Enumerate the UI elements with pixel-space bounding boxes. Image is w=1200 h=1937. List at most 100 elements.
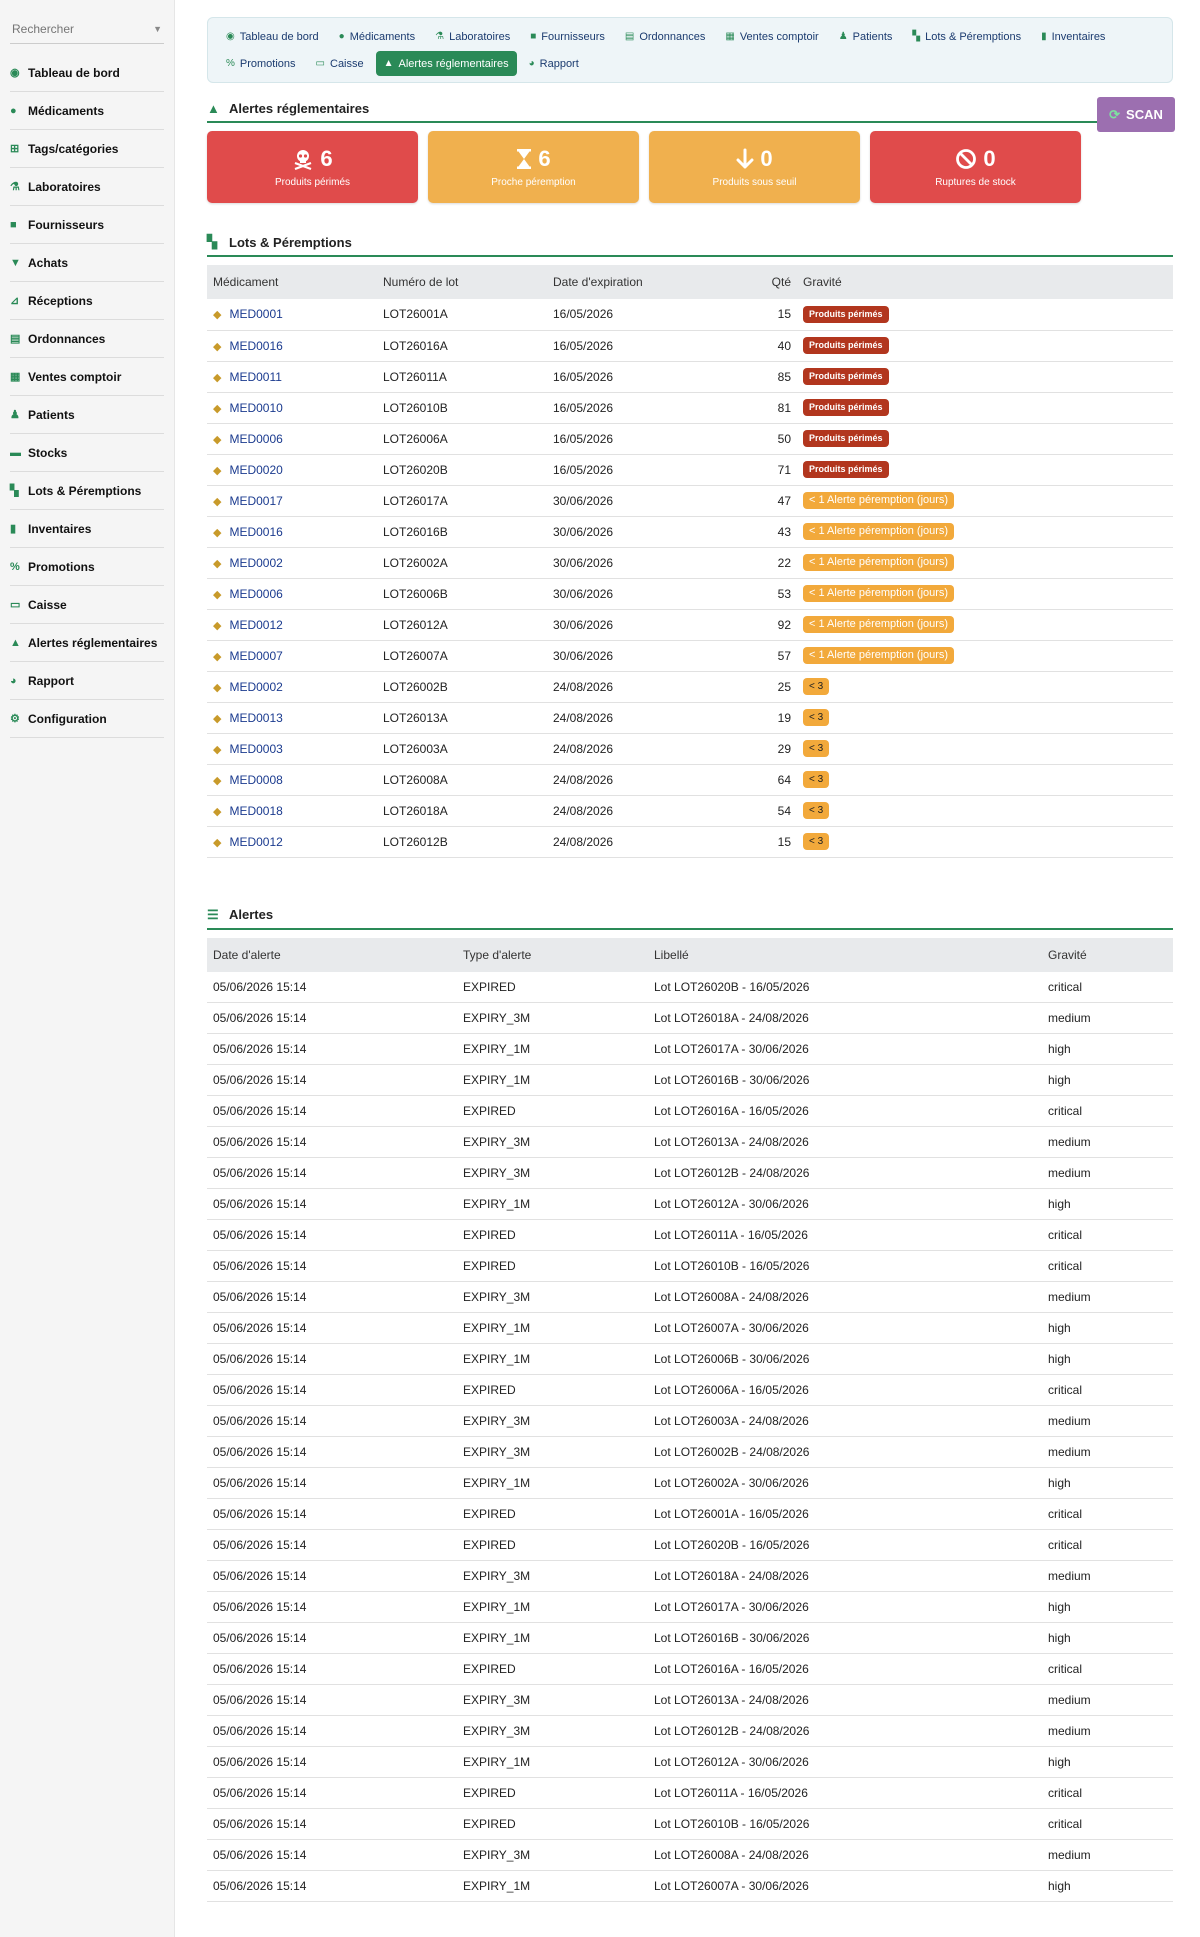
sidebar-item-achats[interactable]: ▼ Achats bbox=[10, 244, 164, 282]
medicament-cell[interactable]: ◆ MED0008 bbox=[207, 764, 377, 796]
tab-promotions[interactable]: % Promotions bbox=[218, 51, 304, 76]
sidebar-item-receptions[interactable]: ⊿ Réceptions bbox=[10, 282, 164, 320]
table-row[interactable]: 05/06/2026 15:14 EXPIRED Lot LOT26011A - 1… bbox=[207, 1777, 1173, 1809]
table-row[interactable]: 05/06/2026 15:14 EXPIRY_1M Lot LOT26002A -… bbox=[207, 1467, 1173, 1499]
table-row[interactable]: 05/06/2026 15:14 EXPIRY_3M Lot LOT26008A -… bbox=[207, 1281, 1173, 1313]
sidebar-item-tableau-de-bord[interactable]: ◉ Tableau de bord bbox=[10, 54, 164, 92]
table-row[interactable]: 05/06/2026 15:14 EXPIRY_3M Lot LOT26018A -… bbox=[207, 1560, 1173, 1592]
medicament-link[interactable]: MED0002 bbox=[229, 556, 282, 570]
table-row[interactable]: ◆ MED0002 LOT26002A 30/06/2026 22 < 1 Alerte … bbox=[207, 547, 1173, 579]
tab-patients[interactable]: ♟ Patients bbox=[831, 24, 901, 49]
sidebar-item-rapport[interactable]: ◕ Rapport bbox=[10, 662, 164, 700]
table-row[interactable]: ◆ MED0012 LOT26012A 30/06/2026 92 < 1 Alerte … bbox=[207, 609, 1173, 641]
sidebar-item-lots-peremptions[interactable]: ▚ Lots & Péremptions bbox=[10, 472, 164, 510]
medicament-cell[interactable]: ◆ MED0001 bbox=[207, 299, 377, 331]
medicament-cell[interactable]: ◆ MED0016 bbox=[207, 330, 377, 362]
table-row[interactable]: 05/06/2026 15:14 EXPIRY_1M Lot LOT26016B -… bbox=[207, 1622, 1173, 1654]
tab-rapport[interactable]: ◕ Rapport bbox=[521, 51, 587, 76]
tab-alertes-reglementaires[interactable]: ▲ Alertes réglementaires bbox=[375, 51, 517, 76]
medicament-cell[interactable]: ◆ MED0006 bbox=[207, 423, 377, 455]
table-row[interactable]: 05/06/2026 15:14 EXPIRY_1M Lot LOT26006B -… bbox=[207, 1343, 1173, 1375]
table-row[interactable]: ◆ MED0018 LOT26018A 24/08/2026 54 < 3 bbox=[207, 795, 1173, 827]
table-row[interactable]: 05/06/2026 15:14 EXPIRY_1M Lot LOT26007A -… bbox=[207, 1312, 1173, 1344]
medicament-cell[interactable]: ◆ MED0002 bbox=[207, 547, 377, 579]
table-row[interactable]: 05/06/2026 15:14 EXPIRED Lot LOT26001A - 1… bbox=[207, 1498, 1173, 1530]
tab-tableau-de-bord[interactable]: ◉ Tableau de bord bbox=[218, 24, 327, 49]
table-row[interactable]: ◆ MED0012 LOT26012B 24/08/2026 15 < 3 bbox=[207, 826, 1173, 858]
table-row[interactable]: 05/06/2026 15:14 EXPIRED Lot LOT26011A - 1… bbox=[207, 1219, 1173, 1251]
sidebar-item-configuration[interactable]: ⚙ Configuration bbox=[10, 700, 164, 738]
table-row[interactable]: ◆ MED0013 LOT26013A 24/08/2026 19 < 3 bbox=[207, 702, 1173, 734]
card-stock-outs[interactable]: 0 Ruptures de stock bbox=[870, 131, 1081, 203]
medicament-link[interactable]: MED0016 bbox=[229, 525, 282, 539]
table-row[interactable]: 05/06/2026 15:14 EXPIRY_3M Lot LOT26012B -… bbox=[207, 1157, 1173, 1189]
medicament-link[interactable]: MED0012 bbox=[229, 835, 282, 849]
medicament-cell[interactable]: ◆ MED0011 bbox=[207, 361, 377, 393]
medicament-cell[interactable]: ◆ MED0006 bbox=[207, 578, 377, 610]
sidebar-item-medicaments[interactable]: ● Médicaments bbox=[10, 92, 164, 130]
table-row[interactable]: 05/06/2026 15:14 EXPIRED Lot LOT26020B - 1… bbox=[207, 971, 1173, 1003]
table-row[interactable]: 05/06/2026 15:14 EXPIRY_3M Lot LOT26013A -… bbox=[207, 1126, 1173, 1158]
medicament-link[interactable]: MED0016 bbox=[229, 339, 282, 353]
medicament-cell[interactable]: ◆ MED0013 bbox=[207, 702, 377, 734]
medicament-cell[interactable]: ◆ MED0003 bbox=[207, 733, 377, 765]
medicament-cell[interactable]: ◆ MED0010 bbox=[207, 392, 377, 424]
sidebar-item-fournisseurs[interactable]: ■ Fournisseurs bbox=[10, 206, 164, 244]
card-near-expiry[interactable]: 6 Proche péremption bbox=[428, 131, 639, 203]
tab-inventaires[interactable]: ▮ Inventaires bbox=[1033, 24, 1113, 49]
sidebar-item-inventaires[interactable]: ▮ Inventaires bbox=[10, 510, 164, 548]
medicament-cell[interactable]: ◆ MED0007 bbox=[207, 640, 377, 672]
tab-ventes-comptoir[interactable]: ▦ Ventes comptoir bbox=[717, 24, 826, 49]
table-row[interactable]: 05/06/2026 15:14 EXPIRY_3M Lot LOT26018A -… bbox=[207, 1002, 1173, 1034]
card-below-threshold[interactable]: 0 Produits sous seuil bbox=[649, 131, 860, 203]
table-row[interactable]: ◆ MED0006 LOT26006A 16/05/2026 50 Produits pé… bbox=[207, 423, 1173, 455]
medicament-link[interactable]: MED0002 bbox=[229, 680, 282, 694]
medicament-link[interactable]: MED0018 bbox=[229, 804, 282, 818]
medicament-link[interactable]: MED0003 bbox=[229, 742, 282, 756]
medicament-link[interactable]: MED0001 bbox=[229, 307, 282, 321]
medicament-cell[interactable]: ◆ MED0012 bbox=[207, 609, 377, 641]
table-row[interactable]: 05/06/2026 15:14 EXPIRED Lot LOT26020B - 1… bbox=[207, 1529, 1173, 1561]
table-row[interactable]: 05/06/2026 15:14 EXPIRY_1M Lot LOT26012A -… bbox=[207, 1746, 1173, 1778]
search-input[interactable] bbox=[12, 21, 142, 36]
table-row[interactable]: 05/06/2026 15:14 EXPIRED Lot LOT26006A - 1… bbox=[207, 1374, 1173, 1406]
table-row[interactable]: ◆ MED0006 LOT26006B 30/06/2026 53 < 1 Alerte … bbox=[207, 578, 1173, 610]
tab-medicaments[interactable]: ● Médicaments bbox=[331, 24, 423, 49]
medicament-cell[interactable]: ◆ MED0017 bbox=[207, 485, 377, 517]
sidebar-item-caisse[interactable]: ▭ Caisse bbox=[10, 586, 164, 624]
table-row[interactable]: ◆ MED0008 LOT26008A 24/08/2026 64 < 3 bbox=[207, 764, 1173, 796]
table-row[interactable]: 05/06/2026 15:14 EXPIRY_1M Lot LOT26012A -… bbox=[207, 1188, 1173, 1220]
search-box[interactable]: ▼ bbox=[10, 14, 164, 44]
medicament-link[interactable]: MED0011 bbox=[229, 370, 281, 384]
table-row[interactable]: 05/06/2026 15:14 EXPIRY_3M Lot LOT26002B -… bbox=[207, 1436, 1173, 1468]
table-row[interactable]: ◆ MED0016 LOT26016A 16/05/2026 40 Produits pé… bbox=[207, 330, 1173, 362]
table-row[interactable]: ◆ MED0007 LOT26007A 30/06/2026 57 < 1 Alerte … bbox=[207, 640, 1173, 672]
medicament-link[interactable]: MED0012 bbox=[229, 618, 282, 632]
table-row[interactable]: 05/06/2026 15:14 EXPIRY_1M Lot LOT26017A -… bbox=[207, 1591, 1173, 1623]
sidebar-item-tags[interactable]: ⊞ Tags/catégories bbox=[10, 130, 164, 168]
table-row[interactable]: 05/06/2026 15:14 EXPIRY_1M Lot LOT26007A -… bbox=[207, 1870, 1173, 1902]
medicament-cell[interactable]: ◆ MED0012 bbox=[207, 826, 377, 858]
sidebar-item-stocks[interactable]: ▬ Stocks bbox=[10, 434, 164, 472]
medicament-link[interactable]: MED0020 bbox=[229, 463, 282, 477]
table-row[interactable]: 05/06/2026 15:14 EXPIRED Lot LOT26010B - 1… bbox=[207, 1250, 1173, 1282]
table-row[interactable]: ◆ MED0010 LOT26010B 16/05/2026 81 Produits pé… bbox=[207, 392, 1173, 424]
medicament-cell[interactable]: ◆ MED0020 bbox=[207, 454, 377, 486]
medicament-link[interactable]: MED0010 bbox=[229, 401, 282, 415]
tab-fournisseurs[interactable]: ■ Fournisseurs bbox=[522, 24, 613, 49]
tab-laboratoires[interactable]: ⚗ Laboratoires bbox=[427, 24, 518, 49]
medicament-link[interactable]: MED0007 bbox=[229, 649, 282, 663]
sidebar-item-laboratoires[interactable]: ⚗ Laboratoires bbox=[10, 168, 164, 206]
table-row[interactable]: 05/06/2026 15:14 EXPIRED Lot LOT26016A - 1… bbox=[207, 1095, 1173, 1127]
table-row[interactable]: ◆ MED0002 LOT26002B 24/08/2026 25 < 3 bbox=[207, 671, 1173, 703]
table-row[interactable]: 05/06/2026 15:14 EXPIRY_3M Lot LOT26008A -… bbox=[207, 1839, 1173, 1871]
table-row[interactable]: 05/06/2026 15:14 EXPIRED Lot LOT26016A - 1… bbox=[207, 1653, 1173, 1685]
sidebar-item-ventes-comptoir[interactable]: ▦ Ventes comptoir bbox=[10, 358, 164, 396]
sidebar-item-alertes[interactable]: ▲ Alertes réglementaires bbox=[10, 624, 164, 662]
medicament-link[interactable]: MED0008 bbox=[229, 773, 282, 787]
table-row[interactable]: ◆ MED0016 LOT26016B 30/06/2026 43 < 1 Alerte … bbox=[207, 516, 1173, 548]
medicament-link[interactable]: MED0013 bbox=[229, 711, 282, 725]
medicament-link[interactable]: MED0006 bbox=[229, 432, 282, 446]
tab-lots-peremptions[interactable]: ▚ Lots & Péremptions bbox=[904, 24, 1029, 49]
table-row[interactable]: ◆ MED0020 LOT26020B 16/05/2026 71 Produits pé… bbox=[207, 454, 1173, 486]
